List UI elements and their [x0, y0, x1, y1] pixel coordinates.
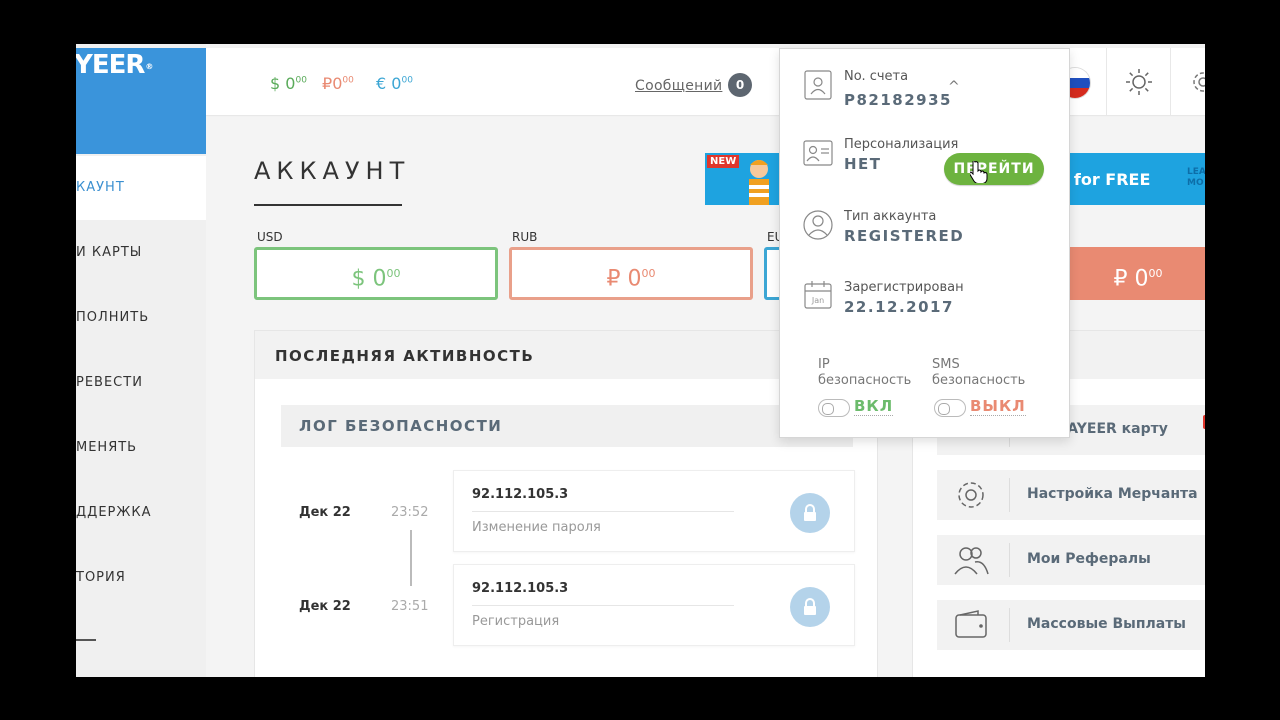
- log-date: Дек 22: [299, 505, 351, 520]
- messages-count-badge[interactable]: 0: [728, 73, 752, 97]
- title-underline: [254, 204, 402, 206]
- divider: [1009, 478, 1010, 512]
- merchant-settings-link[interactable]: Настройка Мерчанта: [937, 470, 1205, 520]
- ip-security-state[interactable]: ВКЛ: [854, 397, 894, 416]
- wallet-icon: [955, 610, 987, 638]
- id-card-icon: [804, 70, 832, 100]
- ip-security-label: IP безопасность: [818, 357, 912, 388]
- account-label-usd: USD: [257, 230, 283, 244]
- gear-icon: [958, 482, 984, 508]
- divider: [472, 605, 734, 606]
- svg-text:Jan: Jan: [811, 296, 824, 305]
- log-entry: 92.112.105.3 Изменение пароля: [453, 470, 855, 552]
- quick-link-label: Массовые Выплаты: [1027, 616, 1186, 632]
- lock-icon: [790, 493, 830, 533]
- sidebar-item-cards[interactable]: И КАРТЫ: [76, 221, 206, 285]
- gear-icon: [1193, 72, 1205, 92]
- sidebar-item-transfer[interactable]: РЕВЕСТИ: [76, 351, 206, 415]
- balance-rub: ₽000: [322, 74, 354, 93]
- account-number[interactable]: P82182935: [844, 91, 952, 109]
- personalization-label: Персонализация: [844, 137, 959, 152]
- account-type-value: REGISTERED: [844, 227, 965, 245]
- users-icon: [954, 547, 989, 575]
- quick-link-label: Мои Рефералы: [1027, 551, 1151, 567]
- log-time: 23:52: [391, 505, 429, 520]
- balance-eur: € 000: [376, 74, 413, 93]
- sidebar-item-deposit[interactable]: ПОЛНИТЬ: [76, 286, 206, 350]
- browser-viewport: YEER® КАУНТ И КАРТЫ ПОЛНИТЬ РЕВЕСТИ МЕНЯ…: [76, 44, 1205, 677]
- sidebar: YEER® КАУНТ И КАРТЫ ПОЛНИТЬ РЕВЕСТИ МЕНЯ…: [76, 44, 206, 677]
- promo-learn-more[interactable]: LEA MO: [1187, 167, 1205, 189]
- referrals-link[interactable]: Мои Рефералы: [937, 535, 1205, 585]
- sidebar-item-exchange[interactable]: МЕНЯТЬ: [76, 416, 206, 480]
- promo-character-image: [749, 160, 769, 205]
- log-ip: 92.112.105.3: [472, 487, 569, 502]
- balance-usd: $ 000: [270, 74, 307, 93]
- go-button[interactable]: ПЕРЕЙТИ: [944, 153, 1044, 185]
- logo-area[interactable]: YEER®: [76, 48, 206, 154]
- sun-icon: [1126, 69, 1152, 95]
- mass-payouts-link[interactable]: Массовые Выплаты: [937, 600, 1205, 650]
- log-description: Изменение пароля: [472, 520, 601, 535]
- registered-label: Зарегистрирован: [844, 280, 964, 295]
- divider: [472, 511, 734, 512]
- ip-security-toggle[interactable]: [818, 399, 850, 417]
- chevron-up-icon[interactable]: ^: [948, 79, 960, 95]
- promo-new-badge: NEW: [707, 155, 740, 168]
- calendar-icon: Jan: [804, 281, 832, 309]
- personalization-card-icon: [803, 140, 833, 166]
- sidebar-divider: [76, 639, 96, 641]
- security-log-header[interactable]: ЛОГ БЕЗОПАСНОСТИ: [281, 405, 853, 447]
- account-label-rub: RUB: [512, 230, 538, 244]
- sidebar-item-support[interactable]: ДДЕРЖКА: [76, 481, 206, 545]
- account-type-label: Тип аккаунта: [844, 209, 937, 224]
- new-badge: [1203, 415, 1205, 429]
- sidebar-item-history[interactable]: ТОРИЯ: [76, 546, 206, 610]
- account-box-usd[interactable]: $ 000: [254, 247, 498, 300]
- account-box-rub[interactable]: ₽ 000: [509, 247, 753, 300]
- page-title: АККАУНТ: [254, 157, 411, 185]
- sms-security-state[interactable]: ВЫКЛ: [970, 397, 1026, 416]
- sms-security-label: SMS безопасность: [932, 357, 1026, 388]
- registered-date: 22.12.2017: [844, 298, 954, 316]
- log-time: 23:51: [391, 599, 429, 614]
- payeer-logo: YEER®: [76, 50, 153, 80]
- account-box-rub-extra[interactable]: ₽ 000: [1068, 247, 1205, 300]
- divider: [1009, 543, 1010, 577]
- quick-link-label: Настройка Мерчанта: [1027, 486, 1198, 502]
- divider: [1009, 608, 1010, 642]
- log-date: Дек 22: [299, 599, 351, 614]
- sidebar-item-account[interactable]: КАУНТ: [76, 156, 206, 220]
- personalization-value: НЕТ: [844, 155, 882, 173]
- log-description: Регистрация: [472, 614, 560, 629]
- account-number-label: No. счета: [844, 69, 909, 84]
- log-entry: 92.112.105.3 Регистрация: [453, 564, 855, 646]
- account-dropdown: No. счета P82182935 ^ Персонализация НЕТ…: [779, 48, 1070, 438]
- timeline-connector: [410, 530, 412, 586]
- theme-toggle-button[interactable]: [1106, 48, 1170, 116]
- messages-link[interactable]: Сообщений: [635, 78, 722, 94]
- hand-cursor-icon: [970, 161, 988, 183]
- settings-button[interactable]: [1170, 48, 1205, 116]
- security-log-title: ЛОГ БЕЗОПАСНОСТИ: [299, 417, 503, 435]
- lock-icon: [790, 587, 830, 627]
- log-ip: 92.112.105.3: [472, 581, 569, 596]
- sms-security-toggle[interactable]: [934, 399, 966, 417]
- activity-title: ПОСЛЕДНЯЯ АКТИВНОСТЬ: [275, 347, 535, 365]
- user-circle-icon: [803, 210, 833, 240]
